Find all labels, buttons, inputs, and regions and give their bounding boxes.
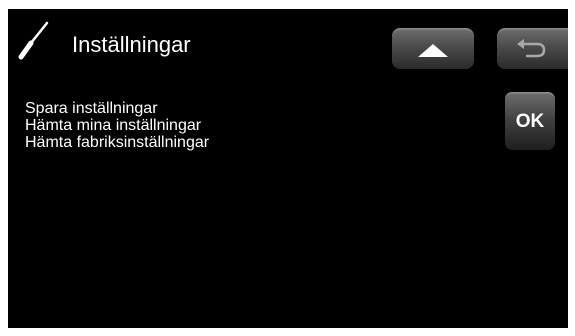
menu-item-load-my-settings[interactable]: Hämta mina inställningar xyxy=(25,117,209,134)
screwdriver-icon xyxy=(16,19,52,63)
settings-menu: Spara inställningar Hämta mina inställni… xyxy=(25,100,209,151)
back-button[interactable] xyxy=(497,28,568,69)
settings-screen: Inställningar Spara inställningar Hämta … xyxy=(8,9,568,328)
menu-item-load-factory-settings[interactable]: Hämta fabriksinställningar xyxy=(25,134,209,151)
home-button[interactable] xyxy=(392,28,474,69)
ok-button[interactable]: OK xyxy=(505,92,555,150)
page-title: Inställningar xyxy=(72,32,191,57)
menu-item-save-settings[interactable]: Spara inställningar xyxy=(25,100,209,117)
